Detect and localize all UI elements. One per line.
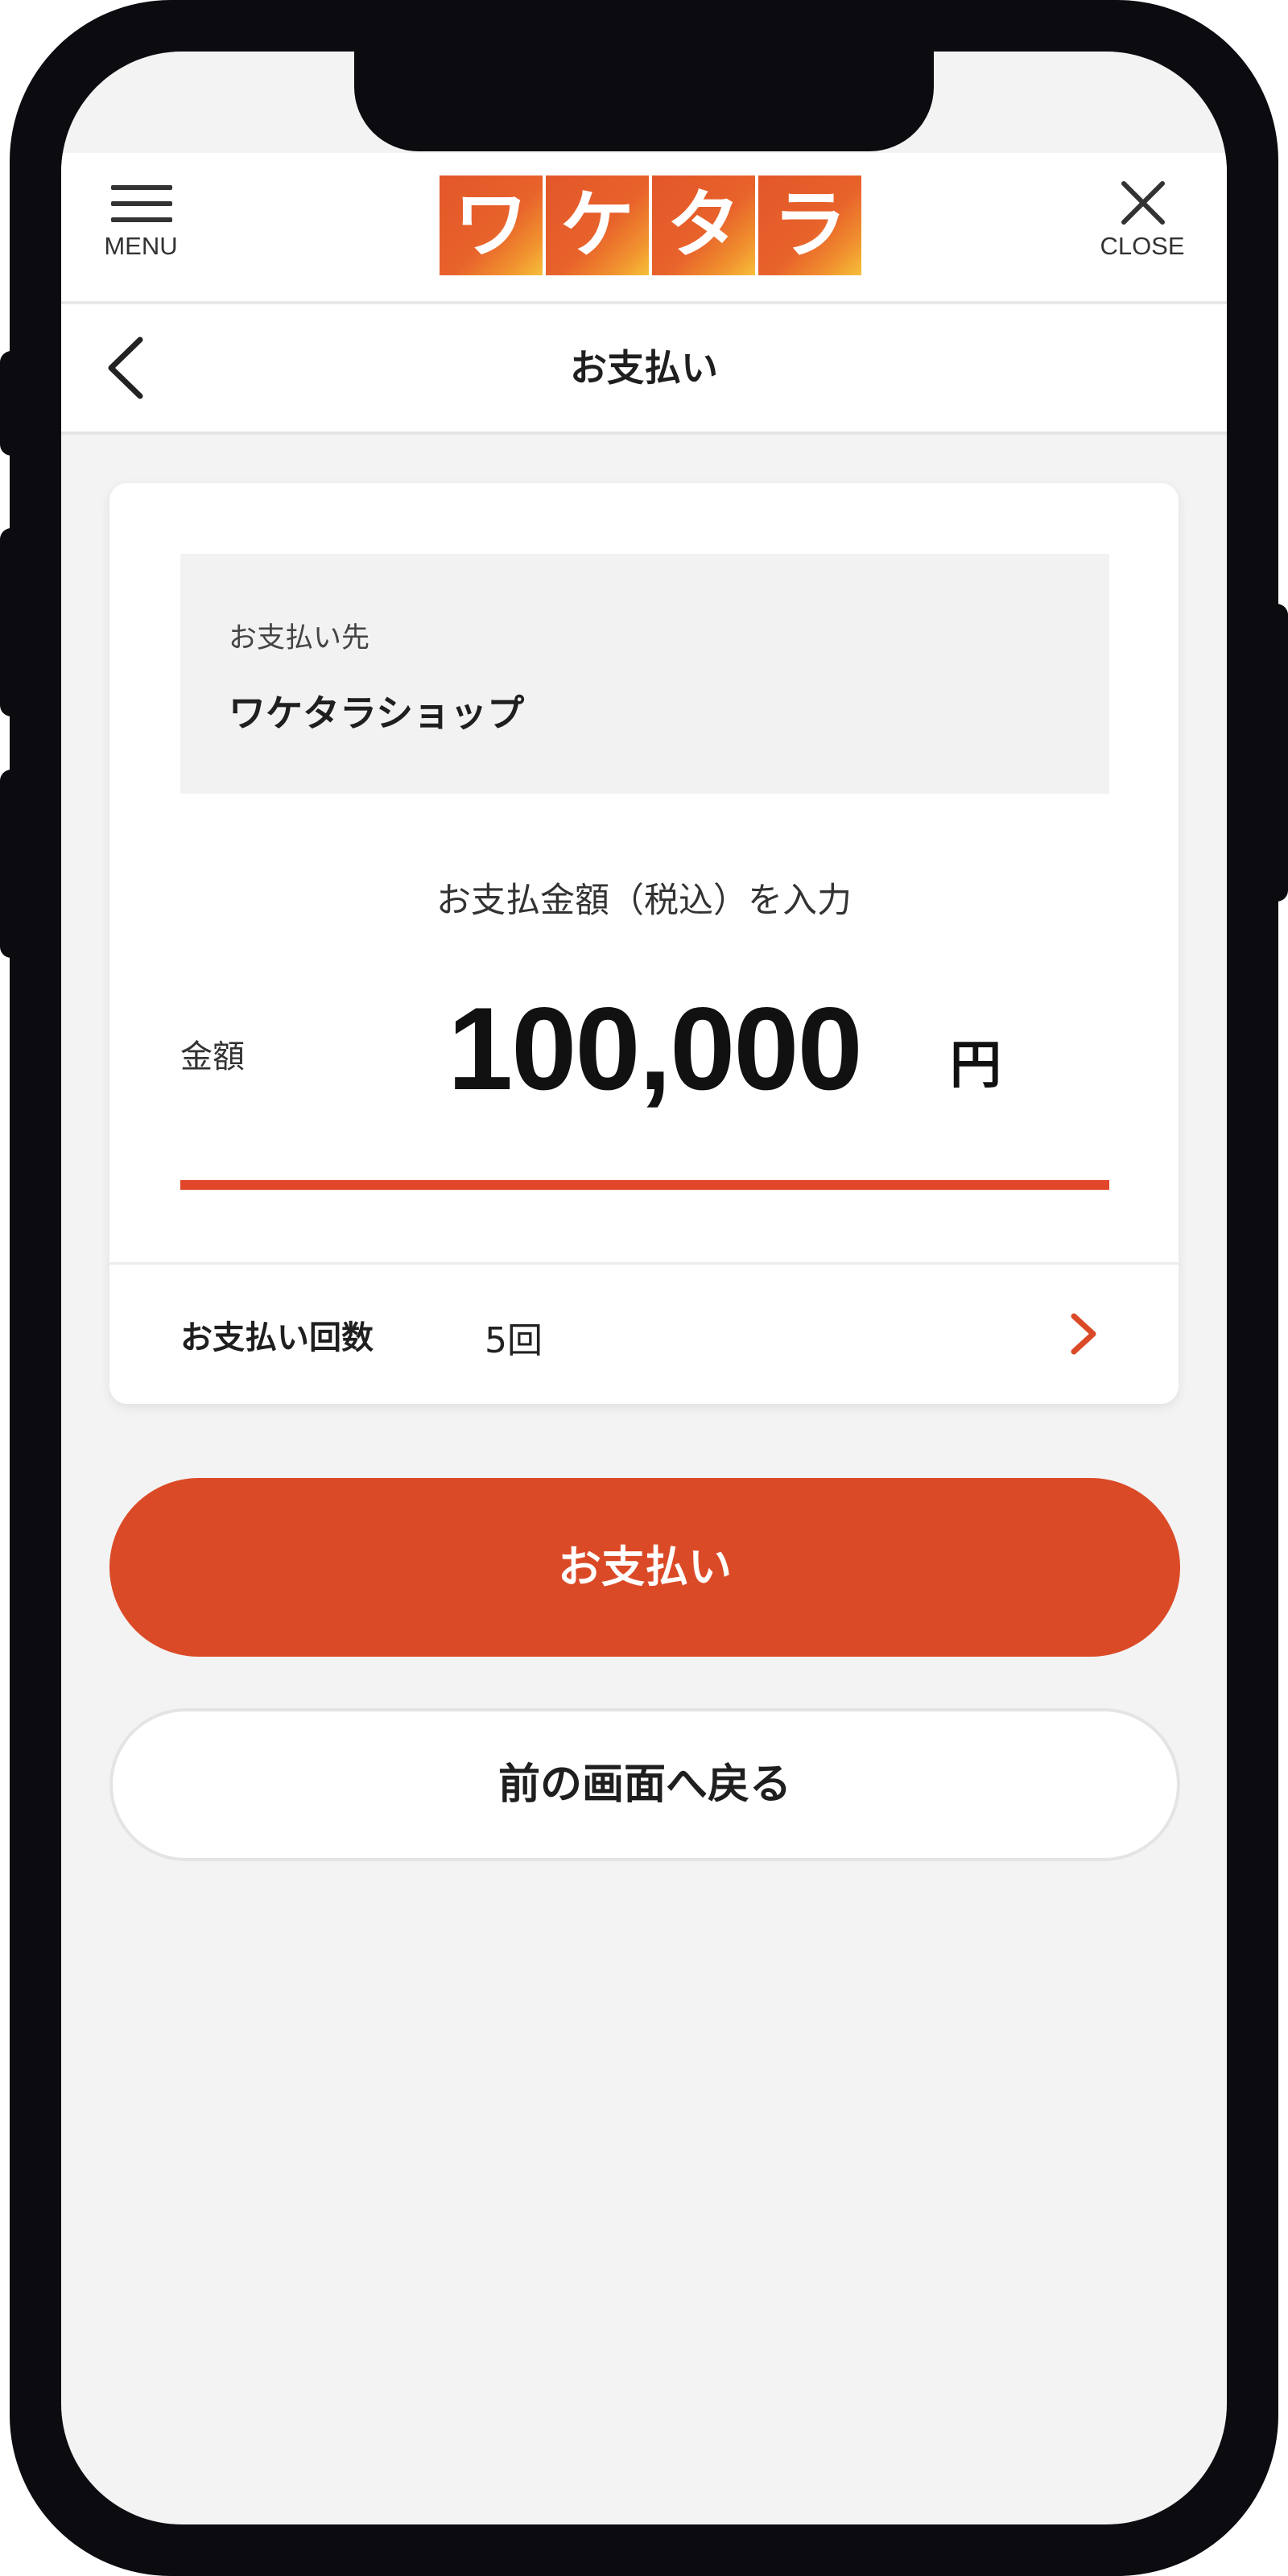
back-button[interactable]	[93, 332, 166, 404]
payee-box: お支払い先 ワケタラショップ	[180, 554, 1109, 794]
phone-frame: MENU ワ ケ タ ラ CLOSE お支払い お支払い先 ワケタラショップ お…	[10, 0, 1278, 2576]
logo-tile: ワ	[440, 175, 543, 275]
close-icon	[1121, 181, 1165, 225]
close-label: CLOSE	[1100, 232, 1185, 260]
pay-button[interactable]: お支払い	[109, 1478, 1180, 1657]
title-bar: お支払い	[61, 304, 1227, 435]
hamburger-icon	[111, 184, 172, 225]
chevron-left-icon	[108, 336, 143, 399]
close-button[interactable]: CLOSE	[1090, 177, 1195, 266]
payee-label: お支払い先	[229, 622, 370, 654]
phone-notch	[354, 52, 934, 151]
menu-button[interactable]: MENU	[97, 177, 185, 266]
payee-name: ワケタラショップ	[229, 691, 525, 735]
back-to-previous-button[interactable]: 前の画面へ戻る	[109, 1708, 1180, 1861]
amount-input[interactable]: 100,000	[448, 990, 863, 1108]
installments-value: 5回	[485, 1320, 543, 1361]
phone-screen: MENU ワ ケ タ ラ CLOSE お支払い お支払い先 ワケタラショップ お…	[61, 52, 1227, 2524]
amount-input-underline	[180, 1180, 1109, 1190]
brand-logo: ワ ケ タ ラ	[440, 175, 861, 275]
chevron-right-icon	[1071, 1313, 1096, 1355]
installments-label: お支払い回数	[180, 1319, 374, 1356]
amount-label: 金額	[180, 1038, 245, 1075]
amount-unit: 円	[950, 1036, 1001, 1096]
logo-tile: ケ	[546, 175, 649, 275]
installments-row[interactable]: お支払い回数 5回	[109, 1265, 1179, 1404]
logo-tile: タ	[652, 175, 755, 275]
app-header: MENU ワ ケ タ ラ CLOSE	[61, 153, 1227, 304]
logo-tile: ラ	[758, 175, 861, 275]
page-title: お支払い	[570, 346, 718, 390]
menu-label: MENU	[104, 232, 178, 260]
payment-card: お支払い先 ワケタラショップ お支払金額（税込）を入力 金額 100,000 円…	[109, 483, 1179, 1404]
amount-prompt: お支払金額（税込）を入力	[436, 881, 852, 921]
